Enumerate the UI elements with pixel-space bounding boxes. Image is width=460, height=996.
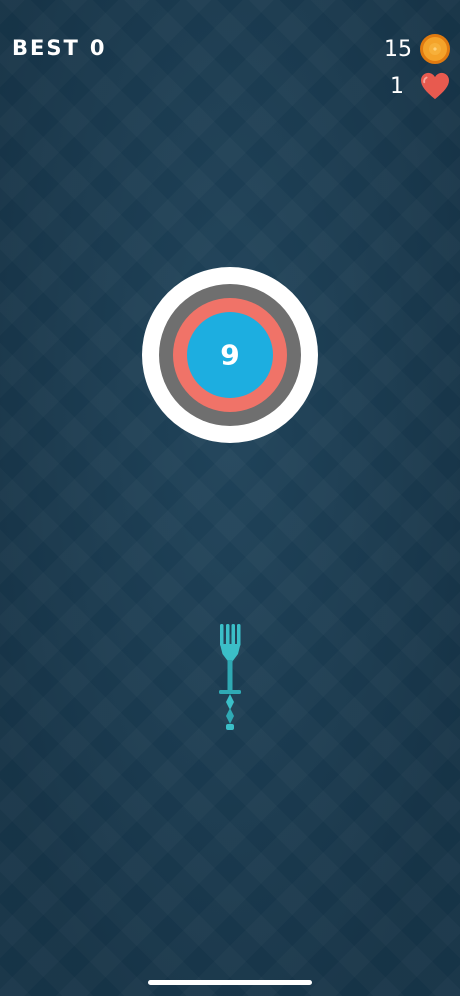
home-indicator[interactable] — [148, 980, 312, 985]
game-canvas[interactable] — [0, 0, 460, 996]
hits-remaining: 9 — [220, 338, 240, 372]
fork-projectile[interactable] — [219, 624, 241, 730]
